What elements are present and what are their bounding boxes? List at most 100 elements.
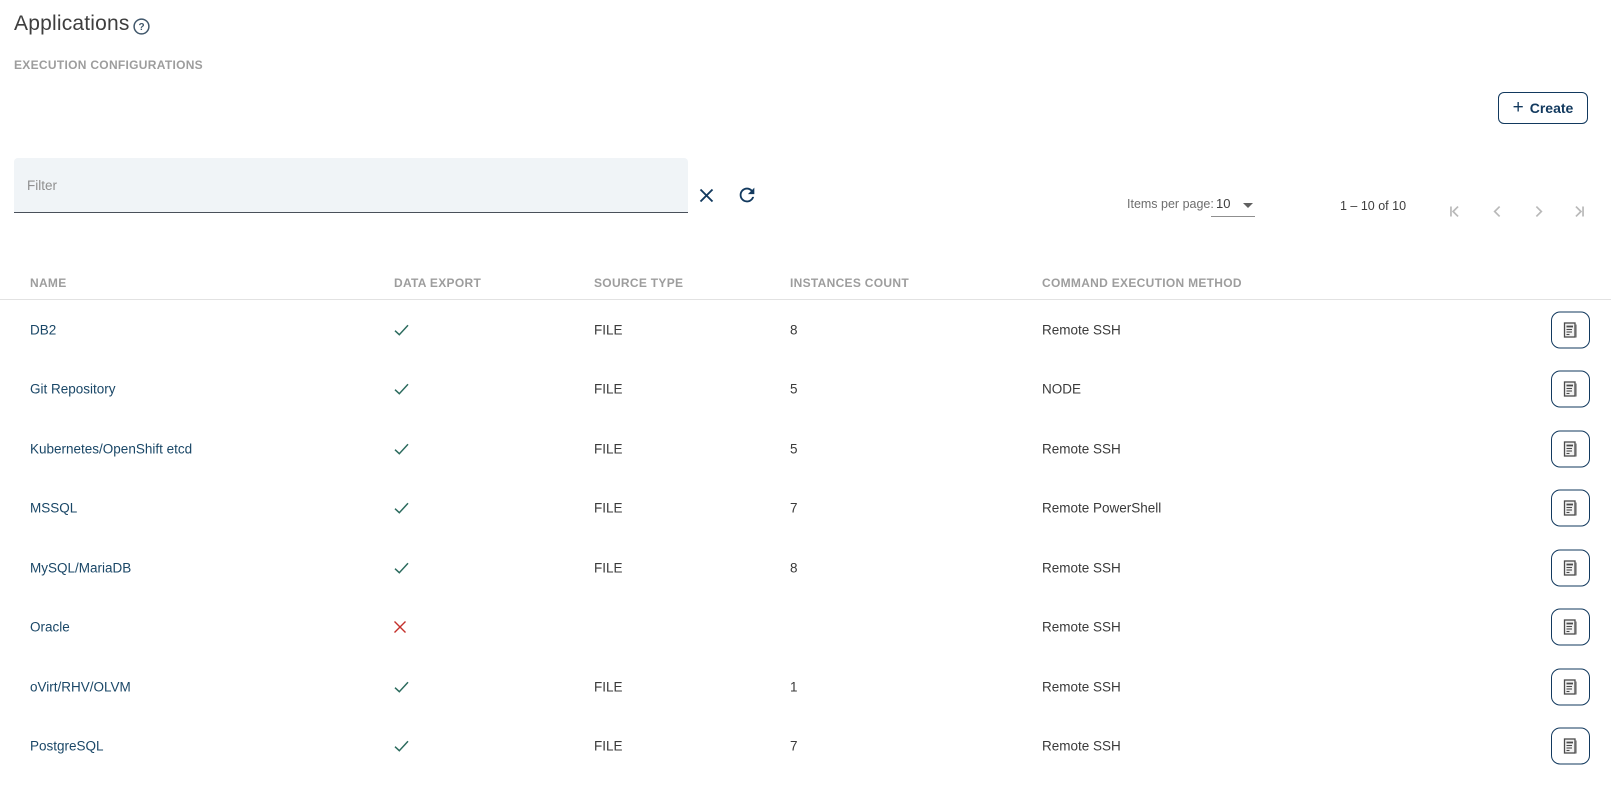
- table-row: oVirt/RHV/OLVM FILE 1 Remote SSH: [0, 657, 1611, 717]
- instances-count-cell: 1: [790, 679, 798, 694]
- name-cell: Git Repository: [30, 382, 116, 397]
- data-export-cell: [392, 380, 411, 399]
- instances-count-cell: 8: [790, 322, 798, 337]
- command-execution-method-cell: Remote SSH: [1042, 560, 1121, 575]
- application-name-link[interactable]: MySQL/MariaDB: [30, 560, 131, 575]
- command-execution-method-cell: Remote SSH: [1042, 441, 1121, 456]
- clear-filter-button[interactable]: [697, 186, 716, 205]
- name-cell: oVirt/RHV/OLVM: [30, 679, 131, 694]
- data-export-cell: [392, 320, 411, 339]
- filter-input[interactable]: [27, 158, 667, 212]
- table-row: MySQL/MariaDB FILE 8 Remote SSH: [0, 538, 1611, 598]
- refresh-icon: [736, 184, 758, 206]
- source-type-cell: FILE: [594, 441, 623, 456]
- check-icon: [392, 737, 411, 756]
- last-page-button[interactable]: [1571, 203, 1588, 220]
- source-type-cell: FILE: [594, 501, 623, 516]
- application-name-link[interactable]: Kubernetes/OpenShift etcd: [30, 441, 192, 456]
- data-export-cell: [392, 558, 411, 577]
- help-icon[interactable]: ?: [133, 18, 150, 35]
- page-subtitle: EXECUTION CONFIGURATIONS: [14, 58, 203, 72]
- execution-log-button[interactable]: [1551, 609, 1590, 646]
- check-icon: [392, 558, 411, 577]
- application-name-link[interactable]: oVirt/RHV/OLVM: [30, 679, 131, 694]
- table-row: MSSQL FILE 7 Remote PowerShell: [0, 479, 1611, 539]
- name-cell: MySQL/MariaDB: [30, 560, 131, 575]
- instances-count-cell: 7: [790, 739, 798, 754]
- create-button[interactable]: + Create: [1498, 92, 1588, 124]
- check-icon: [392, 320, 411, 339]
- items-per-page-value: 10: [1216, 196, 1230, 211]
- close-icon: [697, 186, 716, 205]
- application-name-link[interactable]: PostgreSQL: [30, 739, 104, 754]
- application-name-link[interactable]: DB2: [30, 322, 56, 337]
- data-export-cell: [392, 439, 411, 458]
- application-name-link[interactable]: Git Repository: [30, 382, 116, 397]
- column-header-instances-count: INSTANCES COUNT: [790, 276, 909, 290]
- application-name-link[interactable]: Oracle: [30, 620, 70, 635]
- filter-field: [14, 158, 688, 213]
- data-export-cell: [392, 499, 411, 518]
- applications-page: Applications ? EXECUTION CONFIGURATIONS …: [0, 0, 1611, 796]
- table-row: Oracle Remote SSH: [0, 598, 1611, 658]
- column-header-name: NAME: [30, 276, 67, 290]
- pagination-range-label: 1 – 10 of 10: [1340, 199, 1406, 213]
- data-export-cell: [392, 737, 411, 756]
- data-export-cell: [392, 619, 408, 635]
- name-cell: DB2: [30, 322, 56, 337]
- table-row: Git Repository FILE 5 NODE: [0, 360, 1611, 420]
- application-name-link[interactable]: MSSQL: [30, 501, 77, 516]
- source-type-cell: FILE: [594, 382, 623, 397]
- items-per-page-label: Items per page:: [1127, 197, 1214, 211]
- source-type-cell: FILE: [594, 739, 623, 754]
- command-execution-method-cell: Remote SSH: [1042, 322, 1121, 337]
- execution-log-button[interactable]: [1551, 490, 1590, 527]
- execution-log-button[interactable]: [1551, 430, 1590, 467]
- name-cell: Kubernetes/OpenShift etcd: [30, 441, 192, 456]
- refresh-button[interactable]: [736, 184, 758, 206]
- source-type-cell: FILE: [594, 322, 623, 337]
- execution-log-button[interactable]: [1551, 371, 1590, 408]
- name-cell: PostgreSQL: [30, 739, 104, 754]
- last-page-icon: [1571, 203, 1588, 220]
- execution-log-button[interactable]: [1551, 549, 1590, 586]
- items-per-page-select[interactable]: 10: [1211, 193, 1255, 217]
- table-body: DB2 FILE 8 Remote SSH: [0, 300, 1611, 776]
- name-cell: MSSQL: [30, 501, 77, 516]
- command-execution-method-cell: Remote SSH: [1042, 679, 1121, 694]
- source-type-cell: FILE: [594, 679, 623, 694]
- check-icon: [392, 499, 411, 518]
- execution-log-icon: [1560, 319, 1581, 340]
- instances-count-cell: 8: [790, 560, 798, 575]
- command-execution-method-cell: Remote SSH: [1042, 739, 1121, 754]
- next-page-button[interactable]: [1530, 203, 1547, 220]
- chevron-left-icon: [1489, 203, 1506, 220]
- execution-log-button[interactable]: [1551, 668, 1590, 705]
- table-row: PostgreSQL FILE 7 Remote SSH: [0, 717, 1611, 777]
- instances-count-cell: 5: [790, 441, 798, 456]
- source-type-cell: FILE: [594, 560, 623, 575]
- execution-log-icon: [1560, 617, 1581, 638]
- execution-log-icon: [1560, 736, 1581, 757]
- execution-log-button[interactable]: [1551, 311, 1590, 348]
- command-execution-method-cell: NODE: [1042, 382, 1081, 397]
- check-icon: [392, 439, 411, 458]
- previous-page-button[interactable]: [1489, 203, 1506, 220]
- table-row: DB2 FILE 8 Remote SSH: [0, 300, 1611, 360]
- execution-log-icon: [1560, 438, 1581, 459]
- check-icon: [392, 677, 411, 696]
- svg-text:?: ?: [138, 22, 144, 33]
- instances-count-cell: 7: [790, 501, 798, 516]
- column-header-data-export: DATA EXPORT: [394, 276, 481, 290]
- column-header-source-type: SOURCE TYPE: [594, 276, 683, 290]
- name-cell: Oracle: [30, 620, 70, 635]
- table-row: Kubernetes/OpenShift etcd FILE 5 Remote …: [0, 419, 1611, 479]
- execution-log-icon: [1560, 676, 1581, 697]
- first-page-icon: [1446, 203, 1463, 220]
- page-title: Applications: [14, 12, 130, 36]
- execution-log-button[interactable]: [1551, 728, 1590, 765]
- cross-icon: [392, 619, 408, 635]
- column-header-command-execution-method: COMMAND EXECUTION METHOD: [1042, 276, 1242, 290]
- first-page-button[interactable]: [1446, 203, 1463, 220]
- create-button-label: Create: [1530, 100, 1574, 116]
